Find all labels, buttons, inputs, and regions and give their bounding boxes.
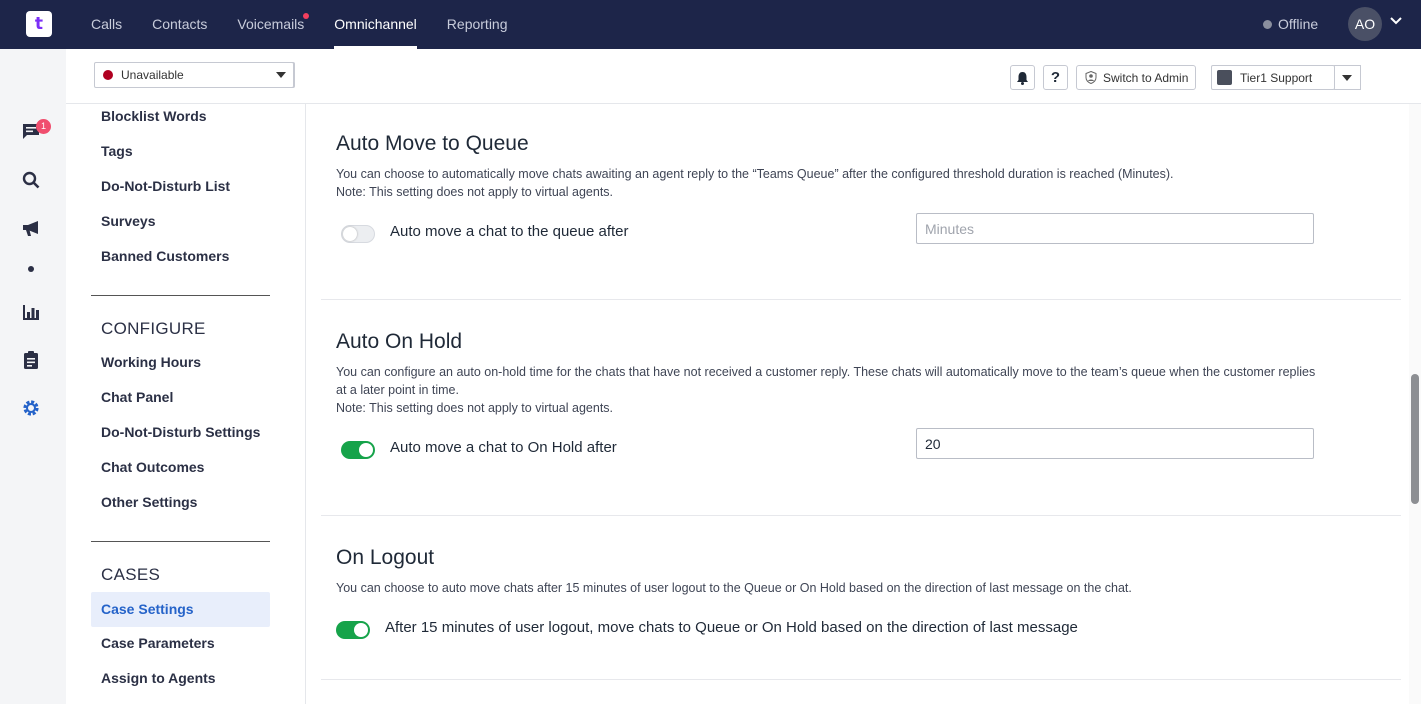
status-value: Unavailable — [121, 68, 184, 82]
menu-item-dnd-list[interactable]: Do-Not-Disturb List — [91, 169, 270, 204]
nav-voicemails-label: Voicemails — [237, 16, 305, 32]
notification-dot — [303, 13, 310, 19]
megaphone-icon[interactable] — [21, 218, 41, 238]
sub-header: Unavailable ? Switch to Admin Tier1 Supp… — [66, 49, 1421, 104]
auto-hold-label: Auto move a chat to On Hold after — [390, 439, 617, 456]
section-title-auto-move: Auto Move to Queue — [336, 132, 529, 155]
menu-divider — [91, 541, 270, 542]
menu-divider — [91, 295, 270, 296]
nav-omnichannel-label: Omnichannel — [334, 16, 417, 32]
nav-calls-label: Calls — [91, 16, 123, 32]
on-logout-label: After 15 minutes of user logout, move ch… — [385, 619, 1078, 636]
team-value: Tier1 Support — [1240, 70, 1313, 85]
menu-heading-configure: CONFIGURE — [101, 319, 206, 338]
avatar[interactable]: AO — [1348, 7, 1382, 41]
nav-calls[interactable]: Calls — [76, 0, 137, 49]
section-divider — [321, 515, 1401, 516]
help-icon: ? — [1050, 69, 1061, 86]
menu-item-tags[interactable]: Tags — [91, 134, 270, 169]
team-select-caret[interactable] — [1334, 65, 1361, 90]
search-icon[interactable] — [21, 170, 41, 190]
menu-item-working-hours[interactable]: Working Hours — [91, 345, 270, 380]
auto-move-queue-toggle[interactable] — [341, 225, 375, 243]
icon-rail: 1 — [0, 49, 66, 704]
menu-item-case-settings[interactable]: Case Settings — [91, 592, 270, 627]
nav-omnichannel[interactable]: Omnichannel — [319, 0, 432, 49]
agent-status-select[interactable]: Unavailable — [94, 62, 294, 88]
section-desc-on-logout: You can choose to auto move chats after … — [336, 581, 1132, 595]
clipboard-icon[interactable] — [21, 350, 41, 370]
settings-content: Auto Move to Queue You can choose to aut… — [306, 104, 1421, 704]
chevron-down-icon[interactable] — [1389, 14, 1403, 33]
switch-to-admin-button[interactable]: Switch to Admin — [1076, 65, 1196, 90]
section-note-auto-hold: Note: This setting does not apply to vir… — [336, 401, 614, 415]
caret-down-icon — [1342, 74, 1352, 81]
status-select-caret[interactable] — [267, 62, 295, 88]
chat-badge: 1 — [36, 119, 51, 134]
presence-label: Offline — [1278, 16, 1319, 32]
settings-menu: Blocklist Words Tags Do-Not-Disturb List… — [66, 104, 306, 704]
bell-icon — [1017, 71, 1028, 85]
section-desc-auto-move: You can choose to automatically move cha… — [336, 167, 1174, 181]
auto-move-queue-label: Auto move a chat to the queue after — [390, 223, 629, 240]
presence-status[interactable]: Offline — [1263, 16, 1318, 32]
caret-down-icon — [275, 72, 286, 78]
notifications-button[interactable] — [1010, 65, 1035, 90]
section-title-auto-hold: Auto On Hold — [336, 330, 463, 353]
section-desc-auto-hold: You can configure an auto on-hold time f… — [336, 365, 1316, 397]
nav-contacts-label: Contacts — [152, 16, 208, 32]
main-nav: Calls Contacts Voicemails Omnichannel Re… — [76, 0, 523, 49]
auto-hold-minutes-input[interactable] — [916, 428, 1314, 459]
menu-item-assign-to-agents[interactable]: Assign to Agents — [91, 661, 270, 696]
menu-heading-cases: CASES — [101, 565, 161, 584]
menu-item-chat-panel[interactable]: Chat Panel — [91, 380, 270, 415]
on-logout-toggle[interactable] — [336, 621, 370, 639]
menu-item-chat-outcomes[interactable]: Chat Outcomes — [91, 450, 270, 485]
presence-dot — [1263, 19, 1272, 29]
menu-item-dnd-settings[interactable]: Do-Not-Disturb Settings — [91, 415, 270, 450]
menu-item-surveys[interactable]: Surveys — [91, 204, 270, 239]
section-divider — [321, 299, 1401, 300]
nav-reporting[interactable]: Reporting — [432, 0, 523, 49]
help-button[interactable]: ? — [1043, 65, 1068, 90]
menu-item-case-parameters[interactable]: Case Parameters — [91, 626, 270, 661]
status-indicator — [103, 70, 113, 80]
section-note-auto-move: Note: This setting does not apply to vir… — [336, 185, 614, 199]
content-scrollbar[interactable] — [1409, 104, 1421, 704]
top-navigation-bar: t Calls Contacts Voicemails Omnichannel … — [0, 0, 1421, 49]
nav-reporting-label: Reporting — [446, 16, 508, 32]
section-title-on-logout: On Logout — [336, 546, 435, 569]
shield-user-icon — [1085, 71, 1097, 84]
menu-item-other-settings[interactable]: Other Settings — [91, 485, 270, 520]
scrollbar-thumb[interactable] — [1411, 374, 1419, 504]
section-divider — [321, 679, 1401, 680]
switch-to-admin-label: Switch to Admin — [1103, 70, 1189, 85]
team-select[interactable]: Tier1 Support — [1211, 65, 1335, 90]
auto-move-minutes-input[interactable] — [916, 213, 1314, 244]
team-icon — [1217, 70, 1232, 85]
menu-item-banned-customers[interactable]: Banned Customers — [91, 239, 270, 274]
dot-icon[interactable] — [21, 259, 41, 279]
app-logo[interactable]: t — [26, 11, 52, 37]
gear-icon[interactable] — [21, 398, 41, 418]
auto-hold-toggle[interactable] — [341, 441, 375, 459]
menu-item-blocklist-words[interactable]: Blocklist Words — [91, 99, 270, 134]
bar-chart-icon[interactable] — [21, 302, 41, 322]
nav-voicemails[interactable]: Voicemails — [222, 0, 319, 49]
nav-contacts[interactable]: Contacts — [137, 0, 222, 49]
